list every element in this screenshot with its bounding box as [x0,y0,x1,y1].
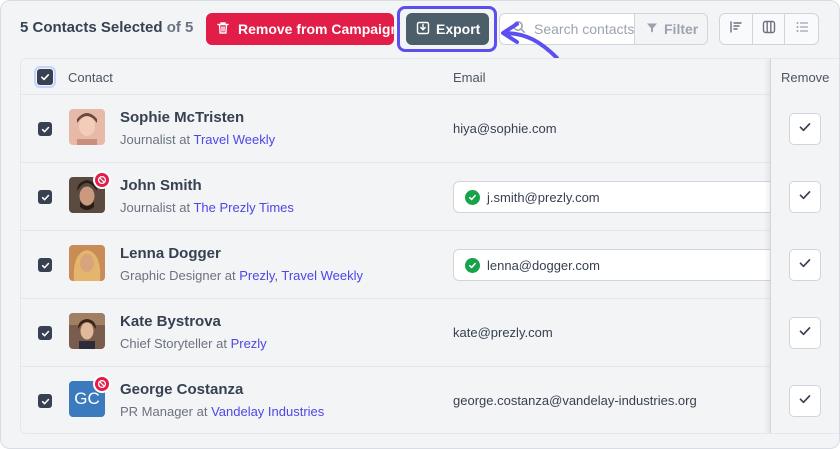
columns-button[interactable] [753,14,786,44]
remove-toggle-button[interactable] [789,181,821,213]
avatar-photo [69,245,105,281]
avatar [69,109,105,145]
organization-link[interactable]: Prezly [231,336,267,351]
contact-role: Journalist at Travel Weekly [120,132,275,147]
check-icon [798,392,812,411]
remove-toggle-button[interactable] [789,317,821,349]
email-text: lenna@dogger.com [487,257,600,273]
contact-name[interactable]: Lenna Dogger [120,245,221,262]
remove-button-label: Remove from Campaign [238,21,400,37]
contacts-panel: 5 Contacts Selected of 5 Remove from Cam… [0,0,840,449]
view-options [719,13,819,45]
remove-toggle-button[interactable] [789,249,821,281]
list-view-button[interactable] [785,14,818,44]
remove-toggle-button[interactable] [789,385,821,417]
check-icon [798,256,812,275]
contact-role: Chief Storyteller at Prezly [120,336,267,351]
role-text: Chief Storyteller at [120,336,227,351]
row-checkbox[interactable] [38,122,52,136]
total-count: of 5 [166,19,194,36]
export-button-label: Export [436,21,481,37]
selection-summary: 5 Contacts Selected of 5 [20,19,193,36]
table-row[interactable]: GC George Costanza PR Manager at Vandela… [21,367,839,433]
contact-column-header[interactable]: Contact [68,70,113,85]
table-header: Contact Email [21,59,839,95]
list-icon [795,20,809,39]
organization-link[interactable]: The Prezly Times [193,200,293,215]
email-column-header[interactable]: Email [453,70,486,85]
trash-icon [216,21,230,38]
avatar [69,313,105,349]
email-text: george.costanza@vandelay-industries.org [453,393,697,408]
avatar [69,245,105,281]
check-icon [798,188,812,207]
email-field[interactable]: lenna@dogger.com [453,249,783,281]
pointer-arrow-icon [501,22,559,60]
verified-check-icon [465,257,480,273]
contact-name[interactable]: Sophie McTristen [120,109,244,126]
contact-name[interactable]: George Costanza [120,381,243,398]
row-checkbox[interactable] [38,326,52,340]
blocked-icon [93,375,111,393]
sort-button[interactable] [720,14,753,44]
role-text: Journalist at [120,200,191,215]
organization-link[interactable]: Travel Weekly [193,132,275,147]
select-all-checkbox[interactable] [34,66,56,88]
organization-link[interactable]: Vandelay Industries [211,404,324,419]
selected-count: 5 Contacts Selected [20,19,163,36]
avatar-photo [69,313,105,349]
contact-name[interactable]: Kate Bystrova [120,313,221,330]
contact-role: Journalist at The Prezly Times [120,200,294,215]
avatar-photo [69,109,105,145]
initials-text: GC [74,389,100,408]
table-row[interactable]: Lenna Dogger Graphic Designer at Prezly,… [21,231,839,299]
funnel-icon [646,21,658,37]
row-checkbox[interactable] [38,190,52,204]
export-button[interactable]: Export [406,13,489,45]
role-text: Graphic Designer at [120,268,236,283]
verified-check-icon [465,189,480,205]
contacts-table: Contact Email Sophie McTristen Journalis… [20,58,839,434]
role-text: PR Manager at [120,404,208,419]
download-icon [416,21,430,38]
email-text: kate@prezly.com [453,325,553,340]
table-row[interactable]: John Smith Journalist at The Prezly Time… [21,163,839,231]
remove-column: Remove [770,59,839,433]
organization-link[interactable]: Prezly, Travel Weekly [239,268,363,283]
avatar: GC [69,375,111,417]
check-icon [798,120,812,139]
blocked-icon [93,171,111,189]
remove-toggle-button[interactable] [789,113,821,145]
toolbar: 5 Contacts Selected of 5 Remove from Cam… [1,1,839,60]
contact-role: Graphic Designer at Prezly, Travel Weekl… [120,268,363,283]
table-row[interactable]: Sophie McTristen Journalist at Travel We… [21,95,839,163]
columns-icon [762,20,776,39]
filter-button[interactable]: Filter [634,13,708,45]
filter-button-label: Filter [664,21,699,37]
row-checkbox[interactable] [38,394,52,408]
remove-from-campaign-button[interactable]: Remove from Campaign [206,13,399,45]
email-text: j.smith@prezly.com [487,189,600,205]
contact-name[interactable]: John Smith [120,177,202,194]
table-row[interactable]: Kate Bystrova Chief Storyteller at Prezl… [21,299,839,367]
contact-role: PR Manager at Vandelay Industries [120,404,324,419]
check-icon [798,324,812,343]
sort-icon [729,20,743,39]
remove-column-header: Remove [781,70,830,85]
email-field[interactable]: j.smith@prezly.com [453,181,783,213]
avatar [69,171,111,213]
email-text: hiya@sophie.com [453,121,557,136]
role-text: Journalist at [120,132,191,147]
row-checkbox[interactable] [38,258,52,272]
